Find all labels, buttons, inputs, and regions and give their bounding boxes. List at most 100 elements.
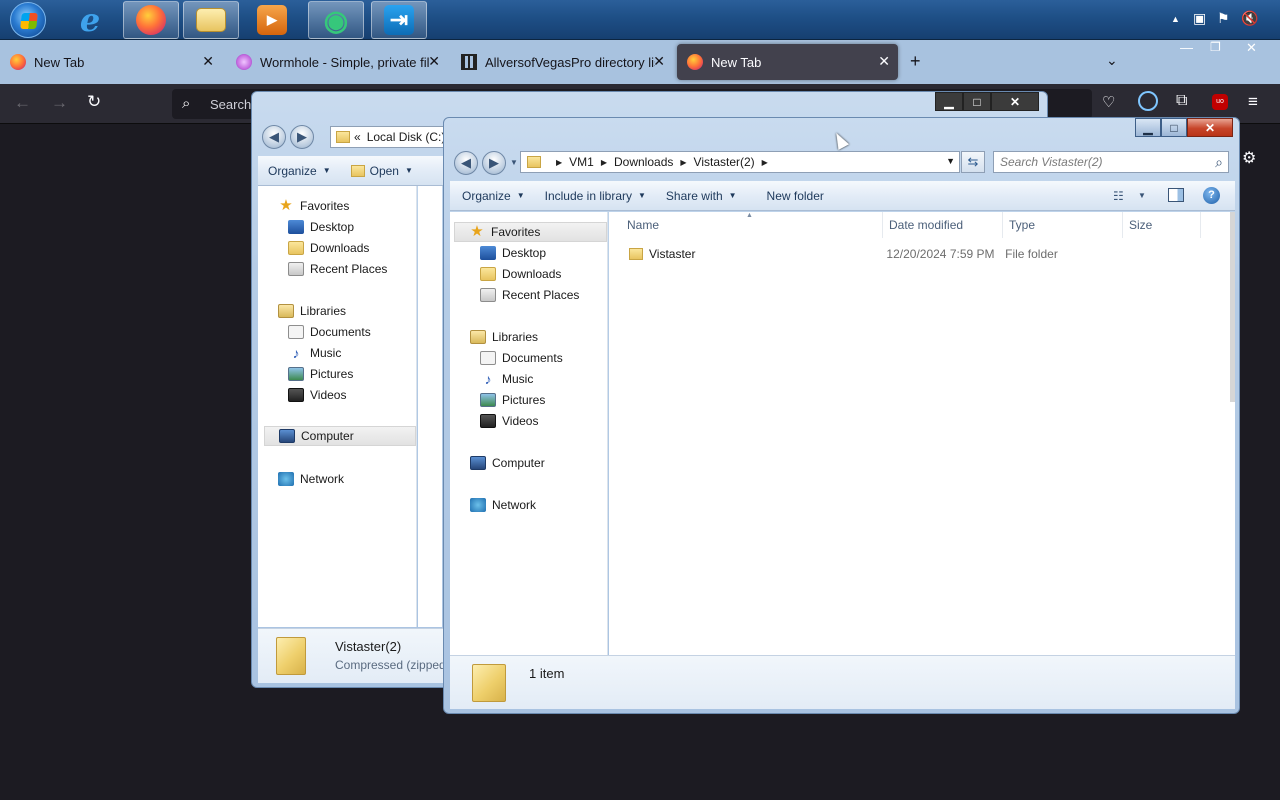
close-button[interactable]: ✕ [1187,118,1233,137]
taskbar-remote-app[interactable]: ⇥ [371,1,427,39]
tab-title: New Tab [711,54,762,70]
back-button[interactable]: ◀ [262,125,286,149]
tab-directory-listing[interactable]: AllversofVegasPro directory listing ✕ [451,44,673,80]
address-bar[interactable]: « Local Disk (C:) [330,126,450,148]
organize-menu[interactable]: Organize ▼ [258,164,341,178]
nav-music[interactable]: ♪ Music [288,343,342,363]
nav-music[interactable]: ♪ Music [480,369,534,389]
nav-downloads[interactable]: Downloads [288,238,369,258]
breadcrumb-overflow[interactable]: « [354,130,361,144]
search-icon: ⌕ [1215,154,1223,170]
maximize-button[interactable]: □ [1161,118,1187,137]
address-bar[interactable]: ▶ VM1 ▶ Downloads ▶ Vistaster(2) ▶ ▼ [520,151,960,173]
forward-button[interactable]: ▶ [290,125,314,149]
nav-desktop[interactable]: Desktop [480,243,546,263]
column-header-size[interactable]: Size [1123,212,1201,238]
taskbar-chat-app[interactable]: ◉ [308,1,364,39]
nav-videos[interactable]: Videos [480,411,538,431]
tab-new-tab-1[interactable]: New Tab ✕ [0,44,222,80]
nav-videos[interactable]: Videos [288,385,346,405]
videos-icon [288,388,304,402]
nav-documents[interactable]: Documents [480,348,563,368]
command-bar: Organize ▼ Include in library ▼ Share with… [450,181,1235,211]
breadcrumb-vistaster2[interactable]: ▶ Vistaster(2) ▶ [673,155,774,169]
nav-libraries[interactable]: Libraries [278,301,346,321]
preview-pane-icon[interactable] [1168,188,1184,202]
ublock-origin-icon[interactable]: uo [1212,94,1228,110]
nav-favorites[interactable]: ★ Favorites [454,222,607,242]
view-dropdown-icon[interactable]: ▼ [1138,191,1146,200]
address-dropdown-icon[interactable]: ▼ [946,156,955,166]
action-center-flag-icon[interactable]: ⚑ [1217,10,1230,27]
organize-label: Organize [462,188,511,203]
start-button[interactable] [6,1,50,39]
volume-muted-icon[interactable]: 🔇 [1241,10,1258,27]
reload-icon[interactable]: ↻ [87,92,101,112]
close-tab-icon[interactable]: ✕ [878,53,890,70]
tab-wormhole[interactable]: Wormhole - Simple, private file sharing … [226,44,448,80]
column-header-type[interactable]: Type [1003,212,1123,238]
recent-pages-dropdown-icon[interactable]: ▼ [510,158,518,167]
maximize-button[interactable]: □ [963,92,991,111]
close-window-icon[interactable]: ✕ [1246,40,1257,56]
minimize-window-icon[interactable]: — [1180,40,1193,55]
new-folder-button[interactable]: New folder [747,189,834,203]
nav-computer[interactable]: Computer [264,426,416,446]
nav-recent-places[interactable]: Recent Places [288,259,387,279]
back-button[interactable]: ◀ [454,151,478,175]
pocket-icon[interactable]: ♡ [1102,93,1115,111]
scrollbar[interactable] [1230,212,1235,402]
restore-window-icon[interactable]: ❐ [1210,40,1221,54]
taskbar-media-player[interactable]: ▶ [244,1,300,39]
nav-libraries[interactable]: Libraries [470,327,538,347]
nav-label: Favorites [491,225,541,239]
forward-arrow-icon[interactable]: → [51,93,68,113]
breadcrumb-downloads[interactable]: ▶ Downloads [594,155,674,169]
new-tab-button[interactable]: + [910,51,921,72]
close-tab-icon[interactable]: ✕ [428,53,440,70]
nav-network[interactable]: Network [470,495,536,515]
table-row[interactable]: Vistaster 12/20/2024 7:59 PM File folder [621,244,1201,264]
minimize-button[interactable]: ▁ [935,92,963,111]
new-tab-settings-gear-icon[interactable]: ⚙ [1242,148,1256,168]
app-menu-icon[interactable]: ≡ [1248,92,1258,112]
tab-new-tab-active[interactable]: New Tab ✕ [677,44,898,80]
taskbar-file-explorer[interactable] [183,1,239,39]
search-input[interactable]: Search Vistaster(2) ⌕ [993,151,1229,173]
forward-button[interactable]: ▶ [482,151,506,175]
breadcrumb-vm1[interactable]: ▶ VM1 [549,155,594,169]
close-tab-icon[interactable]: ✕ [653,53,665,70]
nav-documents[interactable]: Documents [288,322,371,342]
network-tray-icon[interactable]: ▣ [1193,10,1206,27]
nav-network[interactable]: Network [278,469,344,489]
nav-downloads[interactable]: Downloads [480,264,561,284]
folder-icon [527,156,541,168]
close-button[interactable]: ✕ [991,92,1039,111]
extensions-puzzle-icon[interactable]: ⧉ [1176,92,1187,110]
minimize-button[interactable]: ▁ [1135,118,1161,137]
organize-menu[interactable]: Organize ▼ [450,189,535,203]
change-view-icon[interactable]: ☷ [1113,189,1124,203]
nav-desktop[interactable]: Desktop [288,217,354,237]
show-hidden-icons-icon[interactable]: ▲ [1171,14,1180,24]
include-in-library-menu[interactable]: Include in library ▼ [535,189,656,203]
nav-pictures[interactable]: Pictures [288,364,353,384]
taskbar-internet-explorer[interactable]: e [62,1,118,39]
close-tab-icon[interactable]: ✕ [202,53,214,70]
downloads-folder-icon [480,267,496,281]
open-button[interactable]: Open ▼ [341,164,423,178]
taskbar-firefox[interactable] [123,1,179,39]
nav-favorites[interactable]: ★ Favorites [278,196,349,216]
nav-pictures[interactable]: Pictures [480,390,545,410]
nav-computer[interactable]: Computer [470,453,545,473]
nav-recent-places[interactable]: Recent Places [480,285,579,305]
refresh-button[interactable]: ⇆ [961,151,985,173]
list-all-tabs-icon[interactable]: ⌄ [1106,52,1118,69]
column-header-date-modified[interactable]: Date modified [883,212,1003,238]
back-arrow-icon[interactable]: ← [14,93,31,113]
extension-circle-icon[interactable] [1138,91,1158,111]
share-with-menu[interactable]: Share with ▼ [656,189,747,203]
help-icon[interactable]: ? [1203,187,1220,204]
breadcrumb-local-disk[interactable]: Local Disk (C:) [367,130,446,144]
explorer-window-front[interactable]: ▁ □ ✕ ◀ ▶ ▼ ▶ VM1 ▶ Downloads ▶ Vistaster(2… [443,117,1240,714]
